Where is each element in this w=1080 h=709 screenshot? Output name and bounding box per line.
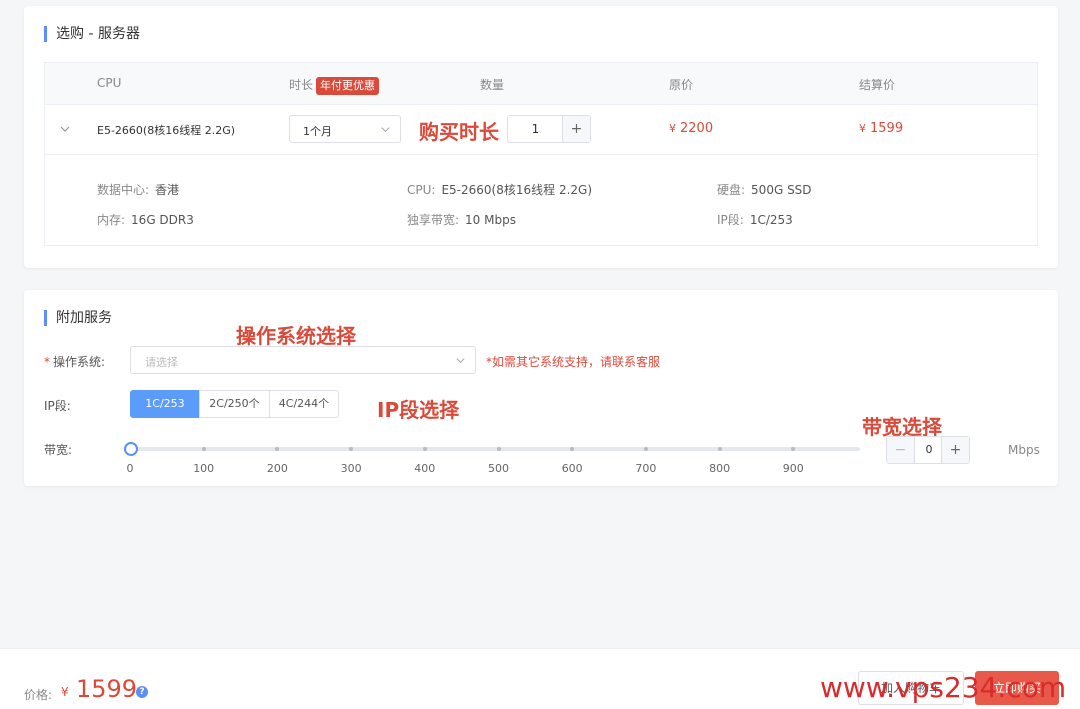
bandwidth-minus-button[interactable]: − [887, 437, 915, 463]
slider-tick-label: 600 [561, 462, 583, 475]
bandwidth-unit: Mbps [1008, 443, 1040, 457]
watermark: www.vps234.com [820, 671, 1067, 704]
detail-value: 500G SSD [751, 183, 812, 197]
os-note: *如需其它系统支持，请联系客服 [486, 355, 661, 369]
slider-stop[interactable] [496, 447, 501, 451]
total-price: 1599 [76, 675, 138, 703]
duration-value: 1个月 [303, 125, 332, 138]
duration-select[interactable]: 1个月 [289, 115, 401, 143]
slider-tick-label: 700 [635, 462, 657, 475]
slider-rail[interactable] [130, 447, 860, 451]
ip-option-1c[interactable]: 1C/253 [130, 390, 200, 418]
header-original-price: 原价 [669, 78, 694, 92]
detail-datacenter: 数据中心: 香港 [97, 181, 179, 198]
slider-tick-label: 500 [488, 462, 509, 475]
table-row: E5-2660(8核16线程 2.2G) 1个月 购买时长 1 + ¥2200 … [45, 105, 1037, 155]
annotation-ip: IP段选择 [377, 398, 460, 422]
ip-segment-group: 1C/253 2C/250个 4C/244个 [130, 390, 339, 418]
final-price-value: 1599 [870, 121, 904, 136]
detail-key: 数据中心: [97, 183, 150, 197]
total-currency: ¥ [61, 685, 69, 699]
detail-value: 1C/253 [749, 213, 793, 227]
required-mark: * [44, 355, 50, 369]
detail-key: CPU: [407, 183, 436, 197]
final-price: ¥1599 [859, 121, 903, 136]
final-price-currency: ¥ [859, 122, 866, 135]
os-placeholder: 请选择 [145, 356, 178, 369]
bandwidth-plus-button[interactable]: + [941, 437, 969, 463]
bandwidth-slider[interactable] [124, 442, 860, 456]
slider-stop[interactable] [643, 447, 648, 451]
chevron-down-icon [381, 127, 390, 133]
detail-disk: 硬盘: 500G SSD [717, 181, 812, 198]
header-duration-label: 时长 [289, 78, 314, 92]
slider-stop[interactable] [201, 447, 206, 451]
slider-tick-label: 200 [266, 462, 288, 475]
header-final-price: 结算价 [859, 78, 896, 92]
slider-tick-label: 300 [340, 462, 362, 475]
quantity-plus-button[interactable]: + [562, 116, 590, 142]
detail-cpu: CPU: E5-2660(8核16线程 2.2G) [407, 181, 592, 198]
ip-label: IP段: [44, 399, 71, 413]
bandwidth-value[interactable]: 0 [915, 443, 943, 456]
detail-ip: IP段: 1C/253 [717, 211, 793, 228]
slider-tick-label: 900 [782, 462, 804, 475]
total-label: 价格: [24, 688, 53, 702]
server-card-title: 选购 - 服务器 [44, 26, 140, 42]
chevron-down-icon[interactable] [59, 123, 71, 135]
table-header: CPU 时长 年付更优惠 数量 原价 结算价 [45, 63, 1037, 105]
slider-stop[interactable] [422, 447, 427, 451]
original-price-currency: ¥ [669, 122, 676, 135]
bandwidth-stepper[interactable]: − 0 + [886, 436, 970, 464]
detail-key: IP段: [717, 213, 744, 227]
slider-tick-label: 800 [709, 462, 731, 475]
original-price: ¥2200 [669, 121, 713, 136]
header-quantity: 数量 [480, 78, 505, 92]
quantity-value[interactable]: 1 [508, 122, 563, 136]
ip-option-4c[interactable]: 4C/244个 [269, 390, 339, 418]
detail-value: 10 Mbps [465, 213, 516, 227]
cpu-name: E5-2660(8核16线程 2.2G) [97, 124, 236, 137]
detail-value: E5-2660(8核16线程 2.2G) [441, 183, 593, 197]
os-select[interactable]: 请选择 [130, 346, 476, 374]
ip-option-2c[interactable]: 2C/250个 [199, 390, 270, 418]
slider-tick-label: 400 [414, 462, 436, 475]
server-table: CPU 时长 年付更优惠 数量 原价 结算价 E5-2660(8核16线程 2.2… [44, 62, 1038, 246]
server-card: 选购 - 服务器 CPU 时长 年付更优惠 数量 原价 结算价 E5-2660(8… [24, 6, 1058, 268]
os-label-text: 操作系统: [53, 355, 106, 369]
chevron-down-icon [456, 358, 465, 364]
detail-bandwidth: 独享带宽: 10 Mbps [407, 211, 516, 228]
slider-tick-label: 0 [126, 462, 134, 475]
quantity-stepper[interactable]: 1 + [507, 115, 591, 143]
annotation-duration: 购买时长 [419, 120, 499, 144]
detail-memory: 内存: 16G DDR3 [97, 211, 194, 228]
extra-services-card: 附加服务 操作系统选择 * 操作系统: 请选择 *如需其它系统支持，请联系客服 I… [24, 290, 1058, 486]
detail-key: 硬盘: [717, 183, 746, 197]
header-cpu: CPU [97, 76, 122, 90]
bandwidth-label: 带宽: [44, 443, 73, 457]
footer-bar: 价格: ¥ 1599 ? 加入购物车 立即购买 www.vps234.com [0, 648, 1080, 709]
extra-card-title: 附加服务 [44, 310, 112, 326]
detail-key: 独享带宽: [407, 213, 460, 227]
header-duration: 时长 年付更优惠 [289, 76, 380, 95]
detail-value: 16G DDR3 [131, 213, 194, 227]
annual-discount-badge: 年付更优惠 [316, 77, 380, 95]
question-circle-icon[interactable]: ? [136, 686, 148, 698]
slider-stop[interactable] [717, 447, 722, 451]
os-label: * 操作系统: [44, 353, 105, 370]
slider-tick-label: 100 [193, 462, 215, 475]
detail-value: 香港 [155, 183, 180, 197]
slider-handle[interactable] [124, 442, 138, 456]
detail-key: 内存: [97, 213, 126, 227]
original-price-value: 2200 [680, 121, 714, 136]
annotation-os: 操作系统选择 [236, 324, 356, 348]
